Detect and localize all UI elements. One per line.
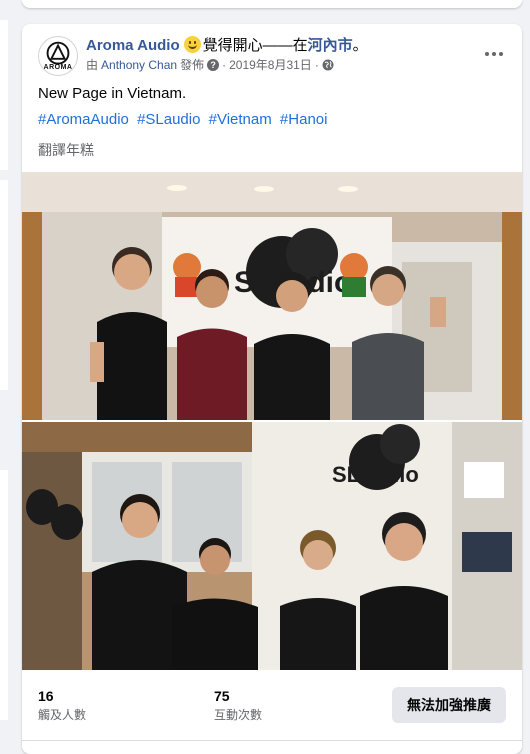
see-translation-link[interactable]: 翻譯年糕 bbox=[38, 140, 94, 160]
question-mark-icon[interactable]: ? bbox=[207, 59, 220, 71]
photo-sign-text: SLaudio bbox=[332, 462, 419, 487]
reach-label: 觸及人數 bbox=[38, 708, 87, 722]
boost-post-button[interactable]: 無法加強推廣 bbox=[392, 687, 506, 723]
post-header-title: Aroma Audio 覺得開心——在河內市。 bbox=[86, 36, 368, 56]
globe-icon[interactable] bbox=[322, 59, 334, 71]
author-link[interactable]: Anthony Chan bbox=[101, 57, 177, 73]
avatar-wordmark: AROMA bbox=[43, 64, 73, 71]
left-sidebar-edge bbox=[0, 180, 8, 390]
meta-prefix: 由 bbox=[86, 58, 99, 72]
post-photo-2[interactable]: SLaudio bbox=[22, 422, 522, 670]
reach-value: 16 bbox=[38, 688, 54, 704]
hashtag-link[interactable]: #AromaAudio bbox=[38, 111, 129, 128]
page-name-link[interactable]: Aroma Audio bbox=[86, 37, 180, 54]
hashtag-link[interactable]: #SLaudio bbox=[137, 111, 200, 128]
post-date[interactable]: 2019年8月31日 bbox=[229, 57, 312, 73]
meta-separator: · bbox=[222, 58, 227, 72]
location-link[interactable]: 河內市 bbox=[308, 37, 353, 54]
previous-post-card-edge bbox=[22, 0, 522, 8]
engagement-label: 互動次數 bbox=[214, 708, 263, 722]
left-sidebar-edge bbox=[0, 470, 8, 720]
feeling-text: 覺得開心——在 bbox=[202, 37, 308, 54]
hashtag-link[interactable]: #Hanoi bbox=[280, 111, 328, 128]
reach-stat[interactable]: 16 觸及人數 bbox=[38, 688, 86, 724]
meta-separator: · bbox=[314, 58, 319, 72]
post-text: New Page in Vietnam. bbox=[38, 85, 187, 102]
engagement-stat[interactable]: 75 互動次數 bbox=[214, 688, 262, 724]
group-photo-image: SLaudio bbox=[22, 172, 522, 420]
left-sidebar-edge bbox=[0, 20, 8, 170]
engagement-value: 75 bbox=[214, 688, 230, 704]
post-card: AROMA Aroma Audio 覺得開心——在河內市。 由 Anthony C… bbox=[22, 24, 522, 754]
more-horizontal-icon bbox=[485, 52, 489, 56]
hashtag-list: #AromaAudio #SLaudio #Vietnam #Hanoi bbox=[38, 110, 331, 130]
meta-posted: 發佈 bbox=[180, 58, 205, 72]
smiling-face-icon bbox=[183, 36, 201, 53]
post-photo-1[interactable]: SLaudio bbox=[22, 172, 522, 420]
header-punctuation: 。 bbox=[352, 37, 368, 54]
group-photo-image: SLaudio bbox=[22, 422, 522, 670]
post-meta: 由 Anthony Chan 發佈 ? · 2019年8月31日 · bbox=[86, 57, 334, 73]
hashtag-link[interactable]: #Vietnam bbox=[209, 111, 272, 128]
more-options-button[interactable] bbox=[478, 38, 510, 70]
page-avatar[interactable]: AROMA bbox=[38, 36, 78, 76]
